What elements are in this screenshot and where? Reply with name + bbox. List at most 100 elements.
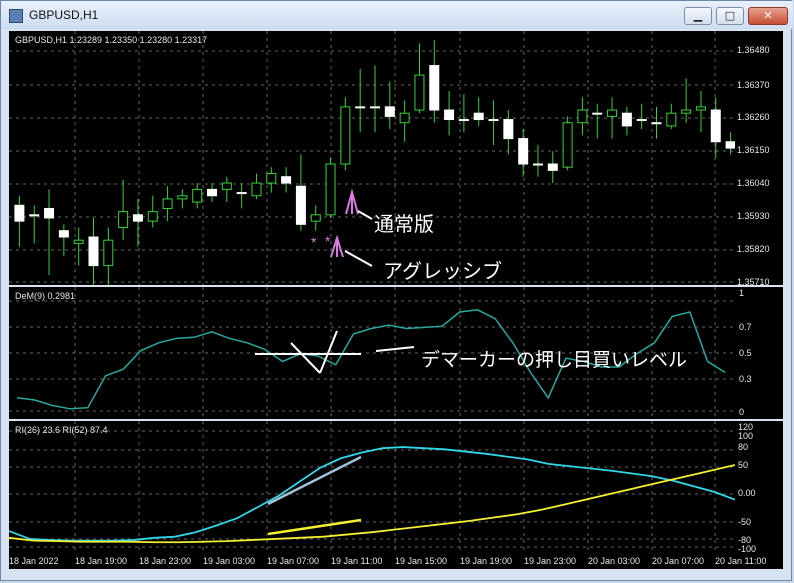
bearish-candle — [236, 192, 247, 195]
bearish-candle — [621, 112, 632, 127]
bearish-candle — [488, 119, 499, 122]
bullish-candle — [562, 122, 573, 168]
aggressive-marker: * — [311, 234, 317, 250]
bullish-candle — [251, 182, 262, 197]
bullish-candle — [681, 109, 692, 114]
time-tick: 19 Jan 03:00 — [203, 556, 256, 566]
rci-tick: 80 — [738, 442, 749, 452]
bearish-candle — [295, 185, 306, 225]
time-tick: 20 Jan 03:00 — [588, 556, 641, 566]
bullish-candle — [666, 112, 677, 127]
demarker-panel[interactable]: DeM(9) 0.2981 デマーカーの押し目買いレベル — [9, 287, 735, 419]
price-tick: 1.36370 — [737, 80, 770, 90]
ri26-trend-annotation — [267, 455, 362, 506]
time-tick: 19 Jan 11:00 — [331, 556, 383, 566]
bearish-candle — [592, 112, 603, 115]
bearish-candle — [547, 163, 558, 171]
rci-title: RI(26) 23.6 RI(52) 87.4 — [15, 425, 108, 435]
standard-buy-arrow — [345, 188, 359, 215]
demarker-bounce-line — [319, 330, 338, 374]
bullish-candle — [325, 163, 336, 216]
bullish-candle — [414, 74, 425, 111]
bullish-candle — [162, 198, 173, 209]
standard-label: 通常版 — [374, 212, 434, 236]
bearish-candle — [518, 138, 529, 165]
bearish-candle — [58, 230, 69, 238]
time-axis: 18 Jan 2022 18 Jan 19:00 18 Jan 23:00 19… — [9, 553, 783, 569]
price-tick: 1.36040 — [737, 178, 770, 188]
bearish-candle — [44, 207, 55, 219]
aggressive-buy-arrow — [330, 234, 344, 258]
minimize-button[interactable]: ▁ — [684, 7, 712, 25]
bearish-candle — [429, 65, 440, 111]
price-tick: 1.35710 — [737, 277, 770, 287]
time-tick: 18 Jan 23:00 — [139, 556, 192, 566]
title-bar[interactable]: GBPUSD,H1 ▁ □ ✕ — [1, 1, 793, 29]
bearish-candle — [636, 119, 647, 122]
bearish-candle — [88, 236, 99, 267]
demarker-tick: 0.7 — [739, 322, 752, 332]
bullish-candle — [577, 109, 588, 124]
aggressive-pointer-line — [344, 250, 373, 267]
bearish-candle — [503, 119, 514, 140]
rci-tick: 50 — [738, 460, 749, 470]
demarker-title: DeM(9) 0.2981 — [15, 291, 76, 301]
close-button[interactable]: ✕ — [748, 7, 788, 25]
bearish-candle — [710, 109, 721, 143]
price-tick: 1.35820 — [737, 244, 770, 254]
time-tick: 20 Jan 07:00 — [652, 556, 705, 566]
price-axis: 1.36480 1.36370 1.36260 1.36150 1.36040 … — [735, 31, 783, 287]
window-title: GBPUSD,H1 — [29, 8, 99, 22]
bearish-candle — [132, 214, 143, 222]
maximize-button[interactable]: □ — [716, 7, 744, 25]
bearish-candle — [370, 106, 380, 109]
bearish-candle — [458, 119, 469, 122]
bullish-candle — [399, 112, 410, 124]
rci-tick: 100 — [738, 431, 754, 441]
price-tick: 1.35930 — [737, 211, 770, 221]
price-tick: 1.36150 — [737, 145, 770, 155]
bearish-candle — [651, 122, 662, 125]
bullish-candle — [73, 239, 84, 244]
time-tick: 18 Jan 2022 — [9, 556, 59, 566]
bullish-candle — [695, 106, 706, 111]
rci-axis: 120 100 80 50 0.00 -50 -80 -100 — [735, 421, 783, 554]
demarker-tick: 0.5 — [739, 348, 752, 358]
bullish-candle — [340, 106, 351, 165]
bullish-candle — [221, 182, 232, 190]
price-chart-svg: ** — [9, 31, 736, 288]
bearish-candle — [444, 109, 455, 121]
bearish-candle — [207, 188, 218, 197]
bearish-candle — [14, 204, 25, 222]
bullish-candle — [266, 173, 277, 184]
bearish-candle — [29, 214, 40, 217]
pullback-label: デマーカーの押し目買いレベル — [421, 349, 688, 371]
time-tick: 20 Jan 11:00 — [715, 556, 767, 566]
bullish-candle — [118, 211, 129, 228]
demarker-tick: 0.3 — [739, 374, 752, 384]
bullish-candle — [310, 214, 321, 222]
aggressive-label: アグレッシブ — [383, 259, 502, 283]
aggressive-marker: * — [325, 233, 331, 249]
time-tick: 18 Jan 19:00 — [75, 556, 128, 566]
rci-tick: 0.00 — [738, 488, 756, 498]
bearish-candle — [473, 112, 484, 121]
demarker-tick: 1 — [739, 288, 745, 298]
rci-chart-svg — [8, 421, 736, 553]
bearish-candle — [355, 106, 366, 109]
time-tick: 19 Jan 19:00 — [460, 556, 513, 566]
bullish-candle — [192, 188, 203, 203]
demarker-tick: 0 — [739, 407, 745, 417]
rci-panel[interactable]: RI(26) 23.6 RI(52) 87.4 — [8, 421, 736, 553]
bullish-candle — [607, 109, 618, 117]
chart-app-icon — [9, 9, 23, 23]
time-tick: 19 Jan 15:00 — [395, 556, 448, 566]
rci-tick: -50 — [738, 517, 752, 527]
ri52-line — [8, 464, 736, 544]
bearish-candle — [725, 141, 736, 149]
bearish-candle — [384, 106, 395, 117]
bullish-candle — [103, 239, 114, 267]
price-panel[interactable]: * * GBPUSD,H1 1.23289 1.23350 1.23280 1.2… — [9, 31, 736, 288]
time-tick: 19 Jan 23:00 — [524, 556, 577, 566]
price-tick: 1.36260 — [737, 112, 770, 122]
